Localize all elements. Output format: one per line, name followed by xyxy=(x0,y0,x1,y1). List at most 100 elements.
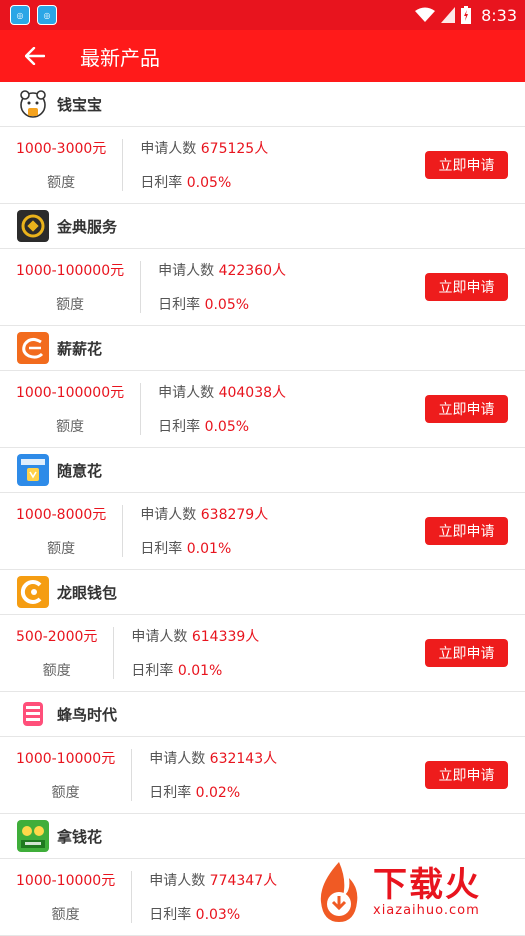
battery-icon xyxy=(461,6,472,24)
product-name: 龙眼钱包 xyxy=(57,583,118,602)
amount-block: 1000-10000元 额度 xyxy=(0,748,131,802)
arrow-left-icon xyxy=(25,47,45,65)
rate-value: 0.01% xyxy=(177,663,223,679)
watermark-title: 下载火 xyxy=(373,864,481,905)
longan-logo-icon xyxy=(17,576,49,608)
product-details: 1000-10000元 额度 申请人数 632143人 日利率 0.02% 立即… xyxy=(0,737,525,814)
applicants-value: 638279人 xyxy=(200,507,269,523)
apply-button[interactable]: 立即申请 xyxy=(425,517,508,545)
amount-block: 1000-3000元 额度 xyxy=(0,138,122,192)
rate-row: 日利率 0.02% xyxy=(149,782,277,802)
product-header: 随意花 xyxy=(0,448,525,493)
amount-value: 500-2000元 xyxy=(16,629,98,645)
product-details: 1000-100000元 额度 申请人数 404038人 日利率 0.05% 立… xyxy=(0,371,525,448)
rate-label: 日利率 xyxy=(149,907,192,923)
bear-logo-icon xyxy=(17,88,49,120)
applicants-value: 675125人 xyxy=(200,141,269,157)
product-header: 拿钱花 xyxy=(0,814,525,859)
applicants-value: 614339人 xyxy=(191,629,260,645)
rate-row: 日利率 0.05% xyxy=(158,416,286,436)
amount-value: 1000-100000元 xyxy=(16,263,125,279)
applicants-row: 申请人数 422360人 xyxy=(158,260,286,280)
amount-value: 1000-10000元 xyxy=(16,751,116,767)
product-card: 钱宝宝 1000-3000元 额度 申请人数 675125人 日利率 0.05%… xyxy=(0,82,525,204)
app-bar: 最新产品 xyxy=(0,30,525,82)
product-details: 1000-8000元 额度 申请人数 638279人 日利率 0.01% 立即申… xyxy=(0,493,525,570)
amount-value: 1000-10000元 xyxy=(16,873,116,889)
rate-value: 0.05% xyxy=(186,175,232,191)
rate-row: 日利率 0.03% xyxy=(149,904,277,924)
money-logo-icon xyxy=(17,820,49,852)
applicants-label: 申请人数 xyxy=(140,141,197,157)
rate-label: 日利率 xyxy=(158,419,201,435)
amount-value: 1000-100000元 xyxy=(16,385,125,401)
stats-block: 申请人数 675125人 日利率 0.05% xyxy=(123,138,268,192)
product-card: 龙眼钱包 500-2000元 额度 申请人数 614339人 日利率 0.01%… xyxy=(0,570,525,692)
applicants-value: 422360人 xyxy=(218,263,287,279)
rate-label: 日利率 xyxy=(140,175,183,191)
flame-logo-icon xyxy=(320,862,358,922)
amount-block: 1000-100000元 额度 xyxy=(0,260,140,314)
rate-value: 0.05% xyxy=(204,297,250,313)
rate-value: 0.03% xyxy=(195,907,241,923)
amount-label: 额度 xyxy=(51,907,80,923)
apply-button[interactable]: 立即申请 xyxy=(425,273,508,301)
product-details: 1000-100000元 额度 申请人数 422360人 日利率 0.05% 立… xyxy=(0,249,525,326)
apply-button[interactable]: 立即申请 xyxy=(425,761,508,789)
applicants-label: 申请人数 xyxy=(149,751,206,767)
coin-logo-icon xyxy=(17,210,49,242)
status-bar: ◎ ◎ 8:33 xyxy=(0,0,525,30)
amount-value: 1000-3000元 xyxy=(16,141,107,157)
amount-block: 500-2000元 额度 xyxy=(0,626,113,680)
applicants-row: 申请人数 632143人 xyxy=(149,748,277,768)
amount-label: 额度 xyxy=(56,419,85,435)
applicants-label: 申请人数 xyxy=(158,263,215,279)
applicants-row: 申请人数 404038人 xyxy=(158,382,286,402)
applicants-row: 申请人数 638279人 xyxy=(140,504,268,524)
wifi-icon xyxy=(415,7,436,22)
product-header: 金典服务 xyxy=(0,204,525,249)
applicants-row: 申请人数 675125人 xyxy=(140,138,268,158)
rate-label: 日利率 xyxy=(149,785,192,801)
applicants-row: 申请人数 614339人 xyxy=(131,626,259,646)
app-notification-icon: ◎ xyxy=(37,5,57,25)
apply-button[interactable]: 立即申请 xyxy=(425,395,508,423)
amount-label: 额度 xyxy=(47,541,76,557)
rate-label: 日利率 xyxy=(140,541,183,557)
product-name: 随意花 xyxy=(57,461,103,480)
amount-label: 额度 xyxy=(47,175,76,191)
product-header: 薪薪花 xyxy=(0,326,525,371)
stats-block: 申请人数 774347人 日利率 0.03% xyxy=(132,870,277,924)
applicants-label: 申请人数 xyxy=(140,507,197,523)
rate-value: 0.01% xyxy=(186,541,232,557)
watermark-url: xiazaihuo.com xyxy=(373,902,480,918)
watermark: 下载火 xiazaihuo.com xyxy=(309,854,519,930)
product-header: 蜂鸟时代 xyxy=(0,692,525,737)
page-title: 最新产品 xyxy=(80,45,160,70)
amount-label: 额度 xyxy=(42,663,71,679)
product-card: 随意花 1000-8000元 额度 申请人数 638279人 日利率 0.01%… xyxy=(0,448,525,570)
rate-row: 日利率 0.01% xyxy=(131,660,259,680)
card-logo-icon xyxy=(17,454,49,486)
back-button[interactable] xyxy=(0,30,70,82)
rate-row: 日利率 0.01% xyxy=(140,538,268,558)
amount-label: 额度 xyxy=(51,785,80,801)
applicants-label: 申请人数 xyxy=(158,385,215,401)
applicants-value: 774347人 xyxy=(209,873,278,889)
amount-block: 1000-10000元 额度 xyxy=(0,870,131,924)
product-name: 钱宝宝 xyxy=(57,95,103,114)
rate-row: 日利率 0.05% xyxy=(158,294,286,314)
apply-button[interactable]: 立即申请 xyxy=(425,639,508,667)
rate-value: 0.02% xyxy=(195,785,241,801)
status-time: 8:33 xyxy=(481,5,517,25)
product-card: 蜂鸟时代 1000-10000元 额度 申请人数 632143人 日利率 0.0… xyxy=(0,692,525,814)
applicants-label: 申请人数 xyxy=(131,629,188,645)
product-details: 500-2000元 额度 申请人数 614339人 日利率 0.01% 立即申请 xyxy=(0,615,525,692)
wave-logo-icon xyxy=(17,332,49,364)
stats-block: 申请人数 422360人 日利率 0.05% xyxy=(141,260,286,314)
product-details: 1000-3000元 额度 申请人数 675125人 日利率 0.05% 立即申… xyxy=(0,127,525,204)
stats-block: 申请人数 638279人 日利率 0.01% xyxy=(123,504,268,558)
product-name: 蜂鸟时代 xyxy=(57,705,118,724)
product-header: 钱宝宝 xyxy=(0,82,525,127)
apply-button[interactable]: 立即申请 xyxy=(425,151,508,179)
